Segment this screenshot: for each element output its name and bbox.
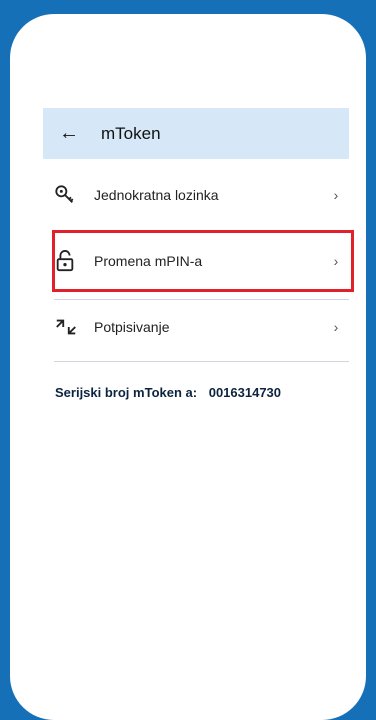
key-icon	[54, 184, 94, 206]
highlight-box	[52, 230, 354, 292]
divider	[54, 299, 349, 300]
sign-arrows-icon	[54, 317, 94, 337]
phone-screen: ← mToken Jednokratna lozinka › Promena m…	[10, 14, 366, 720]
serial-label: Serijski broj mToken a:	[55, 385, 198, 400]
menu-item-label: Potpisivanje	[94, 319, 170, 335]
page-title: mToken	[101, 123, 161, 143]
app-header: ← mToken	[43, 108, 349, 159]
menu-item-potpisivanje[interactable]: Potpisivanje ›	[54, 302, 346, 352]
menu-item-jednokratna-lozinka[interactable]: Jednokratna lozinka ›	[54, 170, 346, 220]
chevron-right-icon: ›	[333, 319, 339, 335]
divider	[54, 361, 349, 362]
menu-item-label: Jednokratna lozinka	[94, 187, 219, 203]
chevron-right-icon: ›	[333, 187, 339, 203]
back-arrow-icon[interactable]: ←	[49, 122, 89, 145]
serial-value: 0016314730	[208, 385, 282, 400]
serial-number-row: Serijski broj mToken a: 0016314730	[55, 385, 281, 400]
